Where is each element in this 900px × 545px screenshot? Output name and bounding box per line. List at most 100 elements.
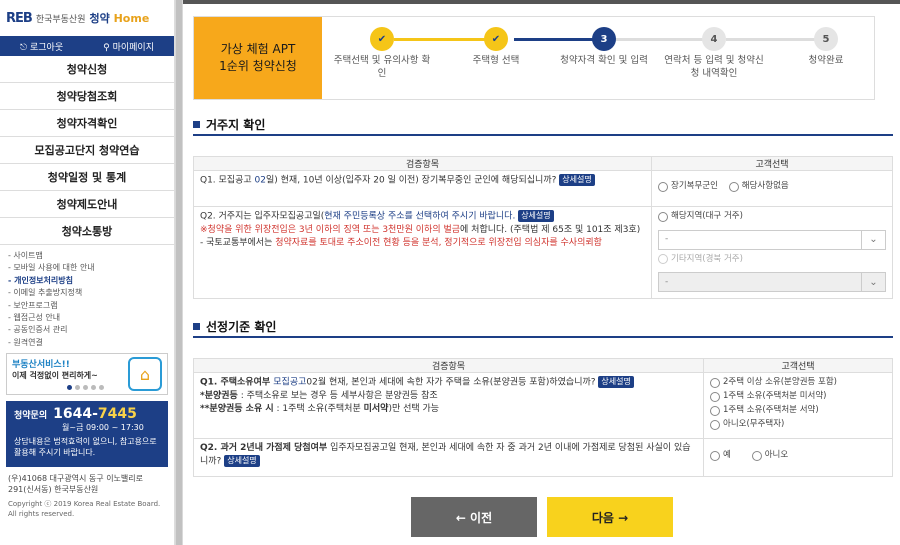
radio-local-area[interactable]: 해당지역(대구 거주) xyxy=(658,210,743,223)
reb-logo: REB xyxy=(6,10,33,26)
link-email-policy[interactable]: - 이메일 추출방지정책 xyxy=(8,287,166,299)
banner-dot[interactable] xyxy=(99,385,104,391)
chevron-down-icon: ⌄ xyxy=(861,230,885,249)
banner-dot[interactable] xyxy=(91,385,96,391)
link-accessibility[interactable]: - 웹접근성 안내 xyxy=(8,312,166,324)
radio-circle-icon xyxy=(658,181,668,192)
promo-banner[interactable]: 부동산서비스!! 이제 걱정없이 편리하게~ ⌂ xyxy=(6,353,168,396)
scrollbar-thumb[interactable] xyxy=(176,0,182,545)
square-bullet-icon xyxy=(193,323,200,330)
prev-button[interactable]: ← 이전 xyxy=(411,497,537,537)
table-row: Q2. 과거 2년내 가점제 당첨여부 입주자모집공고일 현재, 본인과 세대에… xyxy=(193,438,893,477)
site-logo[interactable]: REB 한국부동산원 청약 Home xyxy=(0,0,174,36)
radio-circle-icon xyxy=(751,450,762,461)
step-number: 3 xyxy=(592,27,616,51)
step-3: 3 청약자격 확인 및 입력 xyxy=(554,27,654,67)
col-header-choice: 고객선택 xyxy=(703,358,893,373)
brand-logo: 청약 Home xyxy=(89,12,150,25)
banner-dot[interactable] xyxy=(67,385,72,391)
radio-not-applicable[interactable]: 해당사항없음 xyxy=(728,180,789,193)
answer-points-winning: 예 아니오 xyxy=(703,438,893,477)
top-border xyxy=(183,0,900,4)
menu-practice[interactable]: 모집공고단지 청약연습 xyxy=(0,137,174,164)
radio-circle-icon xyxy=(710,419,720,430)
menu-system-guide[interactable]: 청약제도안내 xyxy=(0,191,174,218)
radio-circle-icon xyxy=(710,405,720,416)
answer-house-ownership: 2주택 이상 소유(분양권등 포함) 1주택 소유(주택처분 미서약) 1주택 … xyxy=(703,372,893,439)
table-row: Q1. 모집공고 02일) 현재, 10년 이상(입주자 20 일 이전) 장기… xyxy=(193,170,893,207)
main-content: 가상 체험 APT 1순위 청약신청 ✔ 주택선택 및 유의사항 확인 ✔ 주택… xyxy=(183,0,900,545)
mypage-link[interactable]: ⚲ 마이페이지 xyxy=(103,40,154,53)
table-row: Q1. 주택소유여부 모집공고02월 현재, 본인과 세대에 속한 자가 주택을… xyxy=(193,372,893,439)
section-divider xyxy=(193,134,893,136)
banner-dot[interactable] xyxy=(83,385,88,391)
step-2: ✔ 주택형 선택 xyxy=(446,27,546,67)
link-certificate[interactable]: - 공동인증서 관리 xyxy=(8,324,166,336)
radio-no[interactable]: 아니오 xyxy=(751,449,788,462)
sidebar: REB 한국부동산원 청약 Home ⎋ 로그아웃 ⚲ 마이페이지 청약신청 청… xyxy=(0,0,175,545)
radio-one-house-no-pledge[interactable]: 1주택 소유(주택처분 미서약) xyxy=(710,390,886,403)
step-label: 주택형 선택 xyxy=(472,55,520,66)
radio-yes[interactable]: 예 xyxy=(710,449,731,462)
step-5: 5 청약완료 xyxy=(776,27,876,67)
radio-one-house-pledge[interactable]: 1주택 소유(주택처분 서약) xyxy=(710,404,886,417)
banner-dots xyxy=(67,385,104,391)
detail-button[interactable]: 상세설명 xyxy=(598,376,634,388)
detail-button[interactable]: 상세설명 xyxy=(559,174,595,186)
side-menu: 청약신청 청약당첨조회 청약자격확인 모집공고단지 청약연습 청약일정 및 통계… xyxy=(0,56,174,245)
call-label: 청약문의 xyxy=(14,410,48,421)
link-privacy[interactable]: - 개인정보처리방침 xyxy=(8,275,166,287)
menu-winning-check[interactable]: 청약당첨조회 xyxy=(0,83,174,110)
section-title-criteria: 선정기준 확인 xyxy=(193,318,276,335)
call-note: 상담내용은 법적효력이 없으니, 참고용으로 활용해 주시기 바랍니다. xyxy=(14,437,157,458)
criteria-table: 검증항목 고객선택 Q1. 주택소유여부 모집공고02월 현재, 본인과 세대에… xyxy=(193,358,893,477)
detail-button[interactable]: 상세설명 xyxy=(518,210,554,222)
radio-circle-icon xyxy=(710,450,720,461)
org-name: 한국부동산원 xyxy=(35,14,86,25)
menu-apply[interactable]: 청약신청 xyxy=(0,56,174,83)
radio-no-house[interactable]: 아니오(무주택자) xyxy=(710,418,886,431)
link-security[interactable]: - 보안프로그램 xyxy=(8,300,166,312)
next-button[interactable]: 다음 → xyxy=(547,497,673,537)
step-indicator: 가상 체험 APT 1순위 청약신청 ✔ 주택선택 및 유의사항 확인 ✔ 주택… xyxy=(193,16,875,100)
step-1: ✔ 주택선택 및 유의사항 확인 xyxy=(332,27,432,80)
menu-schedule[interactable]: 청약일정 및 통계 xyxy=(0,164,174,191)
question-house-ownership: Q1. 주택소유여부 모집공고02월 현재, 본인과 세대에 속한 자가 주택을… xyxy=(193,372,704,439)
house-icon: ⌂ xyxy=(128,357,162,392)
footer-links: - 사이트맵 - 모바일 사용에 대한 안내 - 개인정보처리방침 - 이메일 … xyxy=(0,245,174,349)
col-header-item: 검증항목 xyxy=(193,156,652,171)
link-mobile[interactable]: - 모바일 사용에 대한 안내 xyxy=(8,262,166,274)
apt-label: 가상 체험 APT 1순위 청약신청 xyxy=(194,17,322,99)
radio-circle-icon xyxy=(710,377,720,388)
call-hours: 월~금 09:00 ~ 17:30 xyxy=(62,423,144,433)
radio-circle-icon xyxy=(658,254,668,264)
copyright: Copyright ⓒ 2019 Korea Real Estate Board… xyxy=(8,500,161,519)
question-q2: Q2. 거주지는 입주자모집공고일(현재 주민등록상 주소를 선택하여 주시기 … xyxy=(193,206,652,299)
local-area-select[interactable]: - ⌄ xyxy=(658,229,886,250)
logout-link[interactable]: ⎋ 로그아웃 xyxy=(20,40,63,53)
question-points-winning: Q2. 과거 2년내 가점제 당첨여부 입주자모집공고일 현재, 본인과 세대에… xyxy=(193,438,704,477)
detail-button[interactable]: 상세설명 xyxy=(224,455,260,467)
link-remote[interactable]: - 원격연결 xyxy=(8,337,166,349)
radio-long-term-military[interactable]: 장기복무군인 xyxy=(658,180,718,193)
radio-two-plus-houses[interactable]: 2주택 이상 소유(분양권등 포함) xyxy=(710,376,886,389)
step-number: 4 xyxy=(702,27,726,51)
link-sitemap[interactable]: - 사이트맵 xyxy=(8,250,166,262)
scrollbar[interactable] xyxy=(175,0,183,545)
call-center-box: 청약문의 1644-7445 월~금 09:00 ~ 17:30 상담내용은 법… xyxy=(6,401,168,468)
answer-q1: 장기복무군인 해당사항없음 xyxy=(651,170,893,207)
step-4: 4 연락처 등 입력 및 청약신청 내역확인 xyxy=(664,27,764,80)
address: (우)41068 대구광역시 동구 이노밸리로 291(신서동) 한국부동산원 xyxy=(8,474,143,495)
check-icon: ✔ xyxy=(484,27,508,51)
menu-eligibility[interactable]: 청약자격확인 xyxy=(0,110,174,137)
section-divider xyxy=(193,336,893,338)
step-label: 청약자격 확인 및 입력 xyxy=(560,55,648,66)
banner-dot[interactable] xyxy=(75,385,80,391)
answer-q2: 해당지역(대구 거주) - ⌄ 기타지역(경북 거주) - ⌄ xyxy=(651,206,893,299)
step-label: 연락처 등 입력 및 청약신청 내역확인 xyxy=(664,55,764,79)
other-area-select[interactable]: - ⌄ xyxy=(658,272,886,292)
radio-other-area[interactable]: 기타지역(경북 거주) xyxy=(658,253,743,266)
step-number: 5 xyxy=(814,27,838,51)
menu-community[interactable]: 청약소통방 xyxy=(0,218,174,245)
chevron-down-icon: ⌄ xyxy=(861,273,885,291)
